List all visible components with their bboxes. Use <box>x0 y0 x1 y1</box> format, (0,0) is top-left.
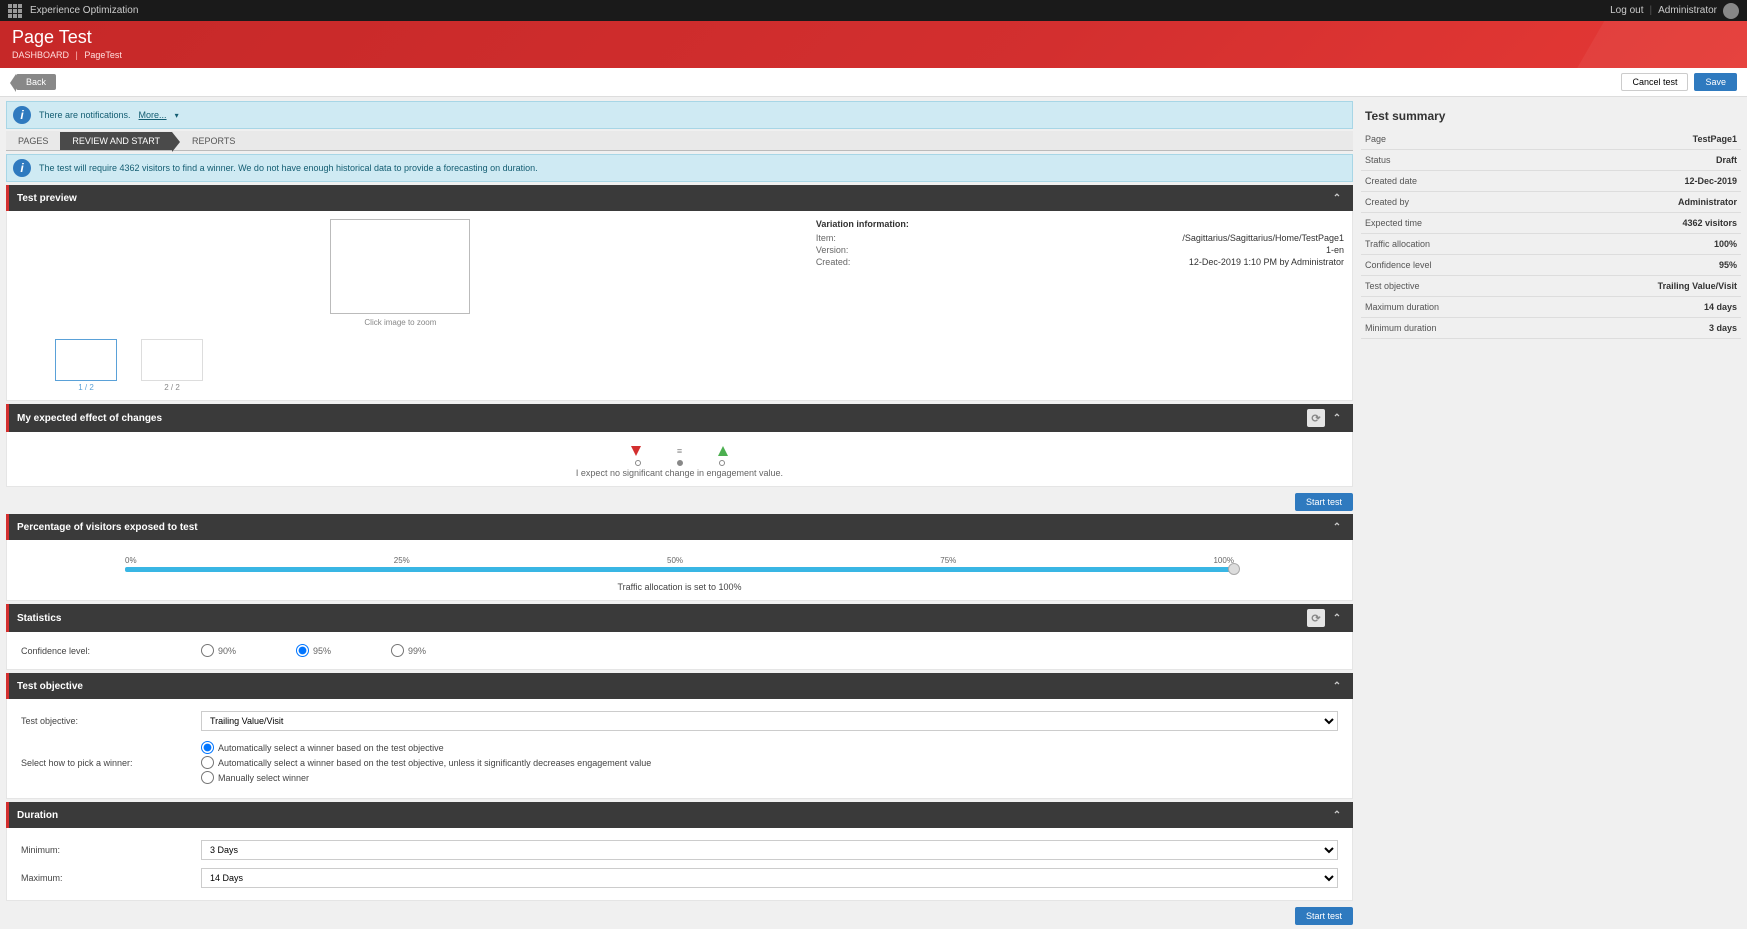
effect-slider[interactable]: ≡ <box>15 440 1344 462</box>
traffic-note: Traffic allocation is set to 100% <box>15 582 1344 592</box>
info-icon: i <box>13 106 31 124</box>
summary-row: Confidence level95% <box>1361 255 1741 276</box>
reset-icon[interactable]: ⟳ <box>1307 609 1325 627</box>
panel-title: Test objective <box>17 681 83 692</box>
slider-handle[interactable] <box>1228 563 1240 575</box>
notif-more-link[interactable]: More... <box>139 110 167 120</box>
variation-info: Variation information: Item:/Sagittarius… <box>816 219 1344 392</box>
summary-row: StatusDraft <box>1361 150 1741 171</box>
tab-pages[interactable]: PAGES <box>6 132 60 150</box>
summary-title: Test summary <box>1361 101 1741 129</box>
confidence-label: Confidence level: <box>21 646 201 656</box>
preview-caption: Click image to zoom <box>364 318 436 327</box>
app-name: Experience Optimization <box>30 5 138 16</box>
notifications-bar: i There are notifications. More... ▾ <box>6 101 1353 129</box>
winner-opt-2[interactable]: Automatically select a winner based on t… <box>201 756 1338 769</box>
radio-90[interactable]: 90% <box>201 644 236 657</box>
notif-text: There are notifications. <box>39 110 131 120</box>
radio-99[interactable]: 99% <box>391 644 426 657</box>
tab-review-and-start[interactable]: REVIEW AND START <box>60 132 172 150</box>
objective-label: Test objective: <box>21 716 201 726</box>
logout-link[interactable]: Log out <box>1610 5 1643 16</box>
collapse-icon[interactable]: ⌃ <box>1329 519 1345 535</box>
user-name[interactable]: Administrator <box>1658 5 1717 16</box>
crumb-current: PageTest <box>84 50 122 60</box>
chevron-down-icon[interactable]: ▾ <box>175 111 179 120</box>
summary-row: PageTestPage1 <box>1361 129 1741 150</box>
effect-note: I expect no significant change in engage… <box>15 468 1344 478</box>
summary-row: Minimum duration3 days <box>1361 318 1741 339</box>
minimum-label: Minimum: <box>21 845 201 855</box>
tab-bar: PAGES REVIEW AND START REPORTS <box>6 131 1353 151</box>
reset-icon[interactable]: ⟳ <box>1307 409 1325 427</box>
radio-95[interactable]: 95% <box>296 644 331 657</box>
forecast-bar: i The test will require 4362 visitors to… <box>6 154 1353 182</box>
cancel-test-button[interactable]: Cancel test <box>1621 73 1688 91</box>
winner-opt-3[interactable]: Manually select winner <box>201 771 1338 784</box>
info-icon: i <box>13 159 31 177</box>
separator: | <box>1649 5 1652 16</box>
collapse-icon[interactable]: ⌃ <box>1329 610 1345 626</box>
no-change-icon: ≡ <box>677 446 682 456</box>
action-bar: Back Cancel test Save <box>0 68 1747 97</box>
traffic-slider[interactable] <box>125 567 1234 572</box>
panel-title: My expected effect of changes <box>17 413 162 424</box>
thumb-2[interactable]: 2 / 2 <box>141 339 203 392</box>
collapse-icon[interactable]: ⌃ <box>1329 678 1345 694</box>
summary-row: Test objectiveTrailing Value/Visit <box>1361 276 1741 297</box>
minimum-select[interactable]: 3 Days <box>201 840 1338 860</box>
summary-row: Traffic allocation100% <box>1361 234 1741 255</box>
collapse-icon[interactable]: ⌃ <box>1329 807 1345 823</box>
panel-traffic: Percentage of visitors exposed to test ⌃… <box>6 514 1353 601</box>
test-summary-panel: Test summary PageTestPage1StatusDraftCre… <box>1361 101 1741 925</box>
panel-duration: Duration ⌃ Minimum: 3 Days Maximum: 14 D… <box>6 802 1353 901</box>
collapse-icon[interactable]: ⌃ <box>1329 190 1345 206</box>
back-button[interactable]: Back <box>16 74 56 90</box>
increase-icon <box>718 446 728 456</box>
objective-select[interactable]: Trailing Value/Visit <box>201 711 1338 731</box>
panel-test-preview: Test preview ⌃ Click image to zoom 1 / 2… <box>6 185 1353 401</box>
panel-title: Statistics <box>17 613 61 624</box>
save-button[interactable]: Save <box>1694 73 1737 91</box>
preview-image[interactable] <box>330 219 470 314</box>
page-title: Page Test <box>12 27 1735 48</box>
summary-row: Maximum duration14 days <box>1361 297 1741 318</box>
tab-reports[interactable]: REPORTS <box>180 132 247 150</box>
decrease-icon <box>631 446 641 456</box>
winner-label: Select how to pick a winner: <box>21 758 201 768</box>
start-test-button[interactable]: Start test <box>1295 493 1353 511</box>
start-test-button-bottom[interactable]: Start test <box>1295 907 1353 925</box>
maximum-label: Maximum: <box>21 873 201 883</box>
apps-icon[interactable] <box>8 4 22 18</box>
collapse-icon[interactable]: ⌃ <box>1329 410 1345 426</box>
panel-title: Test preview <box>17 193 77 204</box>
winner-opt-1[interactable]: Automatically select a winner based on t… <box>201 741 1338 754</box>
summary-row: Created date12-Dec-2019 <box>1361 171 1741 192</box>
crumb-dashboard[interactable]: DASHBOARD <box>12 50 69 60</box>
maximum-select[interactable]: 14 Days <box>201 868 1338 888</box>
panel-expected-effect: My expected effect of changes ⟳ ⌃ ≡ I ex… <box>6 404 1353 487</box>
summary-row: Expected time4362 visitors <box>1361 213 1741 234</box>
panel-statistics: Statistics ⟳ ⌃ Confidence level: 90% 95%… <box>6 604 1353 670</box>
panel-objective: Test objective ⌃ Test objective: Trailin… <box>6 673 1353 799</box>
forecast-text: The test will require 4362 visitors to f… <box>39 163 538 173</box>
panel-title: Percentage of visitors exposed to test <box>17 522 198 533</box>
breadcrumb: DASHBOARD | PageTest <box>12 50 1735 60</box>
summary-row: Created byAdministrator <box>1361 192 1741 213</box>
topbar: Experience Optimization Log out | Admini… <box>0 0 1747 21</box>
panel-title: Duration <box>17 810 58 821</box>
avatar-icon[interactable] <box>1723 3 1739 19</box>
page-header: Page Test DASHBOARD | PageTest <box>0 21 1747 68</box>
thumb-1[interactable]: 1 / 2 <box>55 339 117 392</box>
